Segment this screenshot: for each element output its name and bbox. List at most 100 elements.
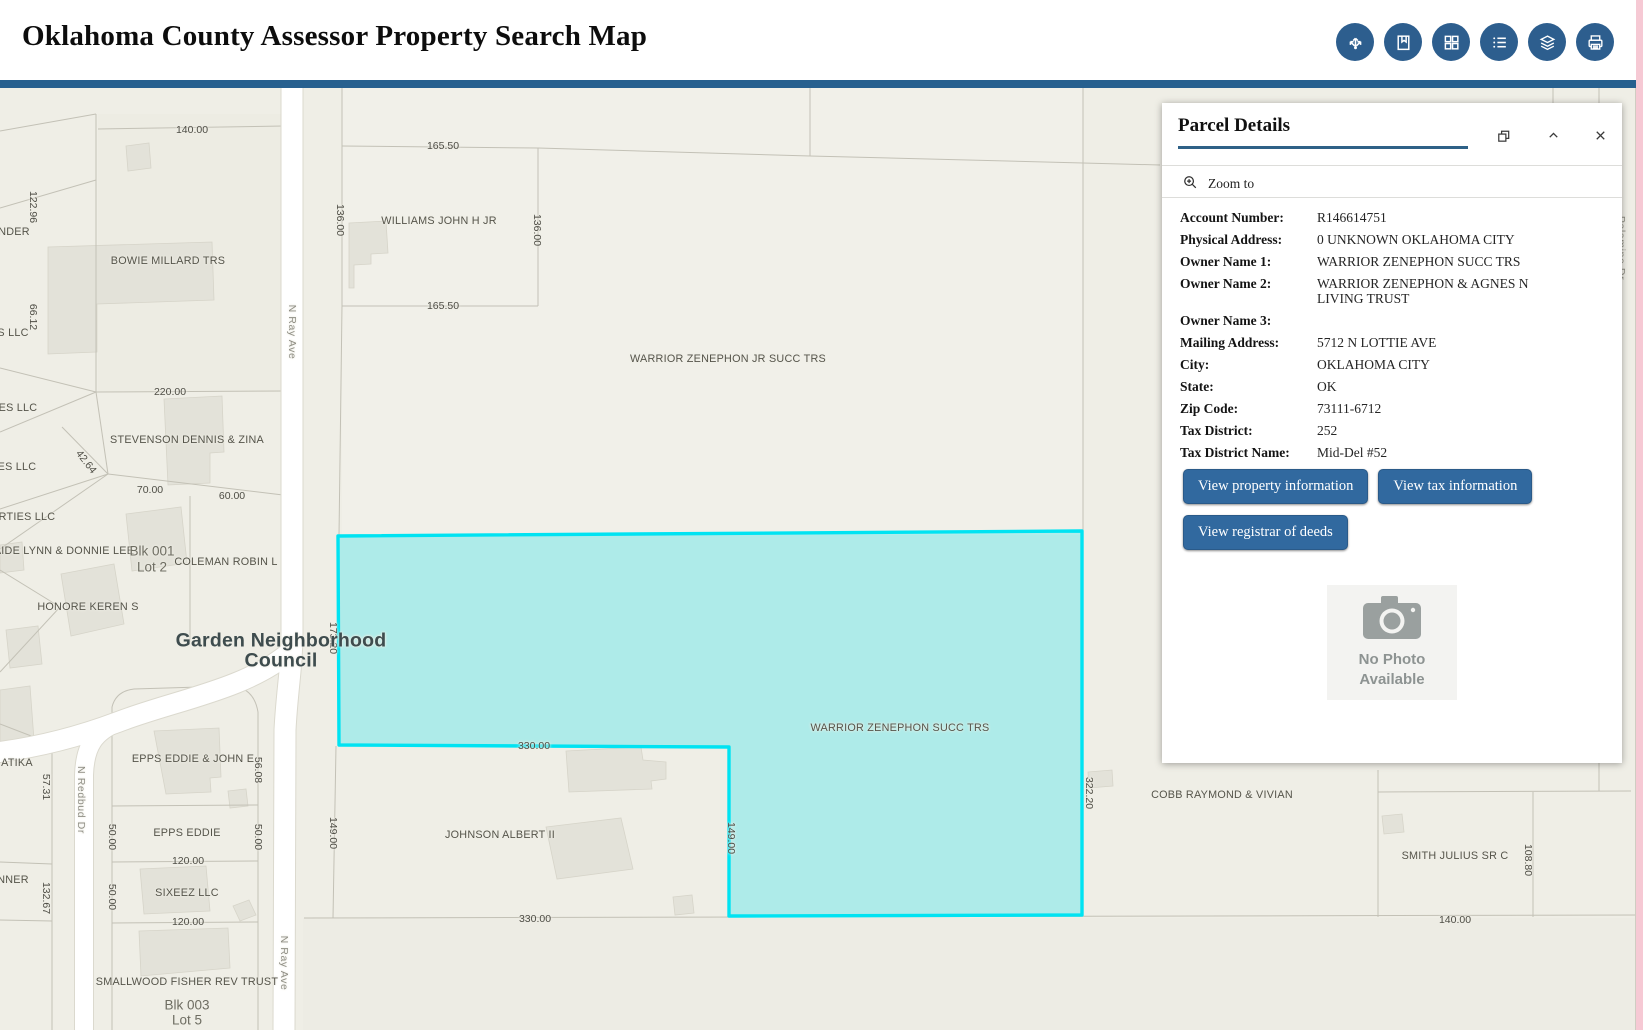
map-label: SIXEEZ LLC: [155, 887, 219, 899]
field-label: Owner Name 1:: [1180, 254, 1317, 269]
map-label: S LLC: [0, 327, 29, 339]
map-label: Council: [245, 650, 318, 673]
bookmark-icon: [1394, 33, 1413, 52]
map-label: Blk 003: [164, 998, 209, 1013]
map-label: 50.00: [252, 824, 264, 850]
share-button[interactable]: [1336, 23, 1374, 61]
map-label: 42.64: [73, 448, 99, 476]
map-label: SMITH JULIUS SR C: [1402, 850, 1509, 862]
map-label: COLEMAN ROBIN L: [174, 556, 277, 568]
map-label: NDER: [0, 226, 30, 238]
field-value: 252: [1317, 423, 1554, 438]
map-label: NNER: [0, 874, 29, 886]
no-photo-text: No Photo Available: [1327, 650, 1457, 690]
close-icon[interactable]: [1590, 125, 1610, 145]
view-tax-information-button[interactable]: View tax information: [1378, 469, 1532, 504]
map-label: N Ray Ave: [286, 305, 298, 360]
layers-icon: [1538, 33, 1557, 52]
map-label: WILLIAMS JOHN H JR: [381, 215, 496, 227]
map-label: BOWIE MILLARD TRS: [111, 255, 225, 267]
title-underline: [1178, 146, 1468, 149]
view-registrar-of-deeds-button[interactable]: View registrar of deeds: [1183, 515, 1348, 550]
map-label: 149.00: [725, 822, 737, 854]
field-label: City:: [1180, 357, 1317, 372]
divider: [1162, 165, 1622, 166]
field-value: WARRIOR ZENEPHON & AGNES N LIVING TRUST: [1317, 276, 1554, 306]
field-value: 73111-6712: [1317, 401, 1554, 416]
field-label: Owner Name 2:: [1180, 276, 1317, 306]
map-label: 57.31: [40, 774, 52, 800]
map-label: 140.00: [176, 124, 208, 136]
zoom-to-button[interactable]: Zoom to: [1176, 171, 1260, 197]
field-value: WARRIOR ZENEPHON SUCC TRS: [1317, 254, 1554, 269]
restore-windows-icon[interactable]: [1493, 125, 1513, 145]
field-label: Tax District Name:: [1180, 445, 1317, 460]
map-label: Blk 001: [129, 544, 174, 559]
zoom-to-label: Zoom to: [1208, 176, 1254, 192]
map-label: STEVENSON DENNIS & ZINA: [110, 434, 264, 446]
layers-button[interactable]: [1528, 23, 1566, 61]
field-value: OKLAHOMA CITY: [1317, 357, 1554, 372]
zoom-in-icon: [1182, 174, 1199, 195]
collapse-chevron-icon[interactable]: [1543, 125, 1563, 145]
app-header: Oklahoma County Assessor Property Search…: [0, 0, 1636, 80]
bookmarks-button[interactable]: [1384, 23, 1422, 61]
map-label: EPPS EDDIE & JOHN E: [132, 753, 254, 765]
field-label: Tax District:: [1180, 423, 1317, 438]
map-label: 50.00: [106, 884, 118, 910]
map-label: HONORE KEREN S: [37, 601, 138, 613]
view-property-information-button[interactable]: View property information: [1183, 469, 1368, 504]
map-label: 122.96: [27, 191, 39, 223]
map-label: 149.00: [327, 817, 339, 849]
map-label: COBB RAYMOND & VIVIAN: [1151, 789, 1293, 801]
parcel-details-panel: Parcel Details Zoom to: [1162, 103, 1622, 763]
panel-buttons: View property information View tax inform…: [1183, 469, 1607, 561]
map-label: 132.67: [40, 882, 52, 914]
no-photo-placeholder: No Photo Available: [1327, 585, 1457, 700]
basemap-grid-icon: [1442, 33, 1461, 52]
divider: [1162, 197, 1622, 198]
map-label: SMALLWOOD FISHER REV TRUST: [96, 976, 278, 988]
parcel-fields: Account Number:R146614751Physical Addres…: [1180, 210, 1604, 460]
palamino-dr-road: [1635, 0, 1643, 1030]
print-button[interactable]: [1576, 23, 1614, 61]
assessor-map-app: 140.00122.9666.12165.50136.00136.00165.5…: [0, 0, 1643, 1030]
map-label: N Redbud Dr: [75, 766, 87, 834]
map-label: JOHNSON ALBERT II: [445, 829, 555, 841]
field-value: OK: [1317, 379, 1554, 394]
map-label: Lot 2: [137, 560, 167, 575]
field-label: Owner Name 3:: [1180, 313, 1317, 328]
legend-list-button[interactable]: [1480, 23, 1518, 61]
field-label: Physical Address:: [1180, 232, 1317, 247]
panel-title: Parcel Details: [1178, 115, 1290, 137]
map-label: 136.00: [334, 204, 346, 236]
camera-icon: [1359, 630, 1425, 647]
map-label: WARRIOR ZENEPHON SUCC TRS: [810, 722, 989, 734]
map-label: ATIKA: [1, 757, 33, 769]
map-label: 60.00: [219, 490, 245, 502]
share-icon: [1346, 33, 1365, 52]
map-label: ES LLC: [0, 402, 37, 414]
map-label: Lot 5: [172, 1013, 202, 1028]
map-label: RTIES LLC: [0, 511, 55, 523]
field-value: Mid-Del #52: [1317, 445, 1554, 460]
map-label: N Ray Ave: [278, 936, 290, 991]
basemap-button[interactable]: [1432, 23, 1470, 61]
field-value: R146614751: [1317, 210, 1554, 225]
map-label: WARRIOR ZENEPHON JR SUCC TRS: [630, 353, 826, 365]
map-label: ES LLC: [0, 461, 36, 473]
map-label: 165.50: [427, 300, 459, 312]
header-accent-bar: [0, 80, 1636, 88]
map-label: 120.00: [172, 855, 204, 867]
map-label: AIDE LYNN & DONNIE LEE: [0, 545, 134, 557]
field-value: [1317, 313, 1554, 328]
map-label: 330.00: [519, 913, 551, 925]
field-value: 5712 N LOTTIE AVE: [1317, 335, 1554, 350]
map-label: 330.00: [518, 740, 550, 752]
map-label: 120.00: [172, 916, 204, 928]
map-label: 322.20: [1083, 777, 1095, 809]
field-value: 0 UNKNOWN OKLAHOMA CITY: [1317, 232, 1554, 247]
map-label: 66.12: [27, 304, 39, 330]
field-label: State:: [1180, 379, 1317, 394]
map-label: EPPS EDDIE: [153, 827, 220, 839]
